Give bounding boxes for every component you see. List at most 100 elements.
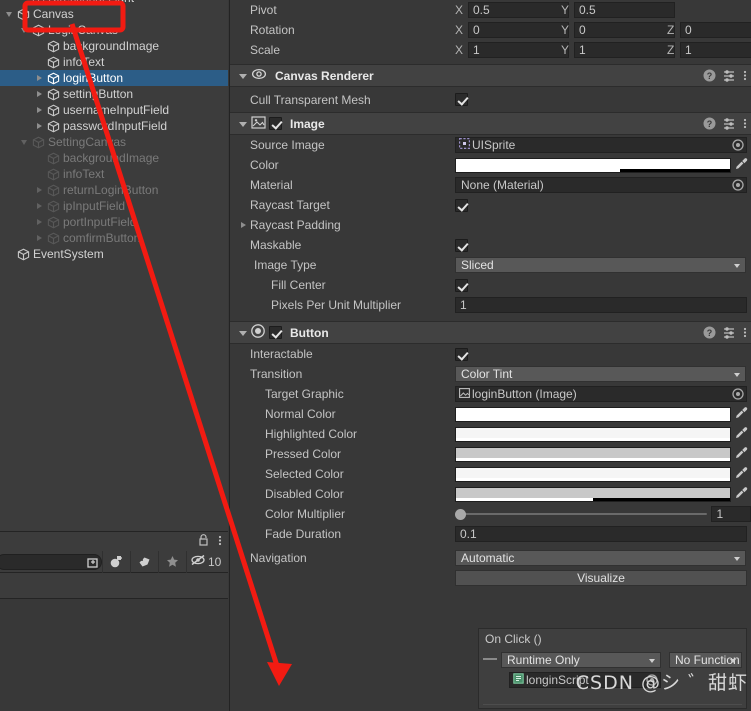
drag-handle-icon[interactable] [483, 658, 497, 660]
fill-center-checkbox[interactable] [455, 278, 468, 292]
help-icon[interactable]: ? [703, 69, 716, 85]
row-rotation[interactable]: Rotation X 0 Y 0 Z 0 [230, 20, 751, 40]
component-header-button[interactable]: Button ? [230, 321, 751, 344]
row-raycast-target[interactable]: Raycast Target [230, 195, 751, 215]
row-cull-transparent-mesh[interactable]: Cull Transparent Mesh [230, 87, 751, 112]
target-graphic-field[interactable]: loginButton (Image) [455, 386, 747, 402]
row-color-multiplier[interactable]: Color Multiplier 1 [230, 504, 751, 524]
pressed-color-swatch[interactable] [455, 446, 731, 462]
material-field[interactable]: None (Material) [455, 177, 747, 193]
color-multiplier-slider[interactable] [455, 508, 708, 520]
row-normal-color[interactable]: Normal Color [230, 404, 751, 424]
preset-icon[interactable] [723, 326, 736, 342]
rotation-y-input[interactable]: 0 [574, 22, 675, 38]
expand-search-icon[interactable] [85, 554, 102, 574]
kebab-menu-icon[interactable] [743, 326, 747, 342]
row-fill-center[interactable]: Fill Center [230, 275, 751, 295]
tag-icon[interactable] [130, 550, 158, 573]
navigation-dropdown[interactable]: Automatic [455, 550, 746, 566]
object-picker-icon[interactable] [732, 139, 744, 151]
selected-color-swatch[interactable] [455, 466, 731, 482]
interactable-checkbox[interactable] [455, 347, 468, 361]
row-visualize[interactable]: Visualize [230, 568, 751, 588]
eyedropper-icon[interactable] [735, 446, 749, 462]
hierarchy-panel[interactable]: Directional LightCanvasLoginCanvasbackgr… [0, 0, 228, 531]
component-header-image[interactable]: Image ? [230, 112, 751, 135]
hierarchy-item-eventsystem[interactable]: EventSystem [0, 246, 228, 262]
row-source-image[interactable]: Source Image UISprite [230, 135, 751, 155]
chevron-down-icon[interactable] [19, 134, 31, 150]
row-pixels-per-unit-multiplier[interactable]: Pixels Per Unit Multiplier 1 [230, 295, 751, 315]
chevron-down-icon[interactable] [19, 22, 31, 38]
rotation-z-input[interactable]: 0 [680, 22, 751, 38]
hierarchy-item-passwordinputfield[interactable]: passwordInputField [0, 118, 228, 134]
pivot-y-input[interactable]: 0.5 [574, 2, 675, 18]
preset-icon[interactable] [723, 117, 736, 133]
row-maskable[interactable]: Maskable [230, 235, 751, 255]
chevron-right-icon[interactable] [34, 230, 46, 246]
chevron-right-icon[interactable] [34, 214, 46, 230]
kebab-menu-icon[interactable] [218, 534, 222, 550]
chevron-down-icon[interactable] [4, 6, 16, 22]
chevron-right-icon[interactable] [34, 182, 46, 198]
hierarchy-item-infotext[interactable]: infoText [0, 166, 228, 182]
image-enabled-checkbox[interactable] [269, 117, 282, 130]
row-raycast-padding[interactable]: Raycast Padding [230, 215, 751, 235]
maskable-checkbox[interactable] [455, 238, 468, 252]
hidden-objects-count[interactable]: 10 [186, 550, 221, 573]
paint-icon[interactable] [102, 550, 130, 573]
row-fade-duration[interactable]: Fade Duration 0.1 [230, 524, 751, 544]
runtime-mode-dropdown[interactable]: Runtime Only [501, 652, 661, 668]
hierarchy-item-backgroundimage[interactable]: backgroundImage [0, 150, 228, 166]
chevron-right-icon[interactable] [34, 70, 46, 86]
pixels-per-unit-input[interactable]: 1 [455, 297, 747, 313]
hierarchy-item-returnloginbutton[interactable]: returnLoginButton [0, 182, 228, 198]
scale-y-input[interactable]: 1 [574, 42, 675, 58]
panel-toolbar[interactable]: 10 [0, 550, 228, 573]
component-header-canvas-renderer[interactable]: Canvas Renderer ? [230, 64, 751, 87]
chevron-down-icon[interactable] [238, 112, 251, 135]
row-image-type[interactable]: Image Type Sliced [230, 255, 751, 275]
project-panel[interactable]: 10 [0, 531, 228, 711]
transform-rows[interactable]: Pivot X 0.5 Y 0.5 Rotation X 0 Y 0 Z 0 Scale X 1 Y 1 Z 1 [230, 0, 751, 60]
hierarchy-item-canvas[interactable]: Canvas [0, 6, 228, 22]
chevron-right-icon[interactable] [34, 86, 46, 102]
eyedropper-icon[interactable] [735, 486, 749, 502]
help-icon[interactable]: ? [703, 326, 716, 342]
visualize-button[interactable]: Visualize [455, 570, 747, 586]
chevron-right-icon[interactable] [238, 217, 250, 233]
row-target-graphic[interactable]: Target Graphic loginButton (Image) [230, 384, 751, 404]
help-icon[interactable]: ? [703, 117, 716, 133]
row-pivot[interactable]: Pivot X 0.5 Y 0.5 [230, 0, 751, 20]
lock-icon[interactable] [198, 533, 209, 550]
row-pressed-color[interactable]: Pressed Color [230, 444, 751, 464]
row-interactable[interactable]: Interactable [230, 344, 751, 364]
row-material[interactable]: Material None (Material) [230, 175, 751, 195]
hierarchy-item-comfirmbutton[interactable]: comfirmButton [0, 230, 228, 246]
disabled-color-swatch[interactable] [455, 486, 731, 502]
hierarchy-item-infotext[interactable]: infoText [0, 54, 228, 70]
hierarchy-item-loginbutton[interactable]: loginButton [0, 70, 228, 86]
button-enabled-checkbox[interactable] [269, 326, 282, 339]
rotation-x-input[interactable]: 0 [468, 22, 569, 38]
row-selected-color[interactable]: Selected Color [230, 464, 751, 484]
row-transition[interactable]: Transition Color Tint [230, 364, 751, 384]
search-input[interactable] [0, 553, 102, 570]
star-icon[interactable] [158, 550, 186, 573]
row-scale[interactable]: Scale X 1 Y 1 Z 1 [230, 40, 751, 60]
transition-dropdown[interactable]: Color Tint [455, 366, 746, 382]
function-dropdown[interactable]: No Function [669, 652, 742, 668]
hierarchy-item-backgroundimage[interactable]: backgroundImage [0, 38, 228, 54]
chevron-right-icon[interactable] [34, 118, 46, 134]
hierarchy-item-settingbutton[interactable]: settingButton [0, 86, 228, 102]
row-color[interactable]: Color [230, 155, 751, 175]
scale-z-input[interactable]: 1 [680, 42, 751, 58]
hierarchy-item-logincanvas[interactable]: LoginCanvas [0, 22, 228, 38]
cull-transparent-mesh-checkbox[interactable] [455, 93, 468, 106]
hierarchy-item-portinputfield[interactable]: portInputField [0, 214, 228, 230]
chevron-down-icon[interactable] [238, 64, 251, 87]
highlighted-color-swatch[interactable] [455, 426, 731, 442]
source-image-field[interactable]: UISprite [455, 137, 747, 153]
inspector-panel[interactable]: Pivot X 0.5 Y 0.5 Rotation X 0 Y 0 Z 0 Scale X 1 Y 1 Z 1 C… [229, 0, 751, 711]
object-picker-icon[interactable] [732, 388, 744, 400]
